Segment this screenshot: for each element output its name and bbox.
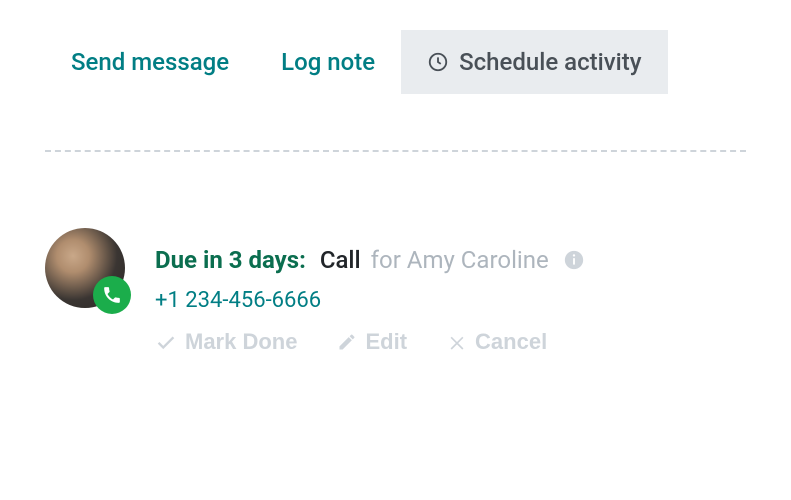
check-icon	[155, 331, 177, 353]
activity-type-badge	[93, 276, 131, 314]
tabs-bar: Send message Log note Schedule activity	[45, 30, 746, 94]
tab-label: Send message	[71, 48, 229, 76]
due-label: Due in 3 days	[155, 246, 306, 274]
info-icon[interactable]	[563, 249, 585, 271]
activity-type: Call	[320, 246, 361, 274]
close-icon	[447, 332, 467, 352]
action-label: Mark Done	[185, 329, 297, 355]
avatar-wrap	[45, 228, 125, 308]
activity-assignee: for Amy Caroline	[371, 246, 549, 274]
tab-label: Schedule activity	[459, 48, 641, 76]
mark-done-button[interactable]: Mark Done	[155, 329, 297, 355]
activity-item: Due in 3 days Call for Amy Caroline +1 2…	[45, 228, 746, 355]
tab-send-message[interactable]: Send message	[45, 30, 255, 94]
action-label: Cancel	[475, 329, 547, 355]
cancel-button[interactable]: Cancel	[447, 329, 547, 355]
tab-schedule-activity[interactable]: Schedule activity	[401, 30, 667, 94]
edit-button[interactable]: Edit	[337, 329, 407, 355]
pencil-icon	[337, 332, 357, 352]
tab-label: Log note	[281, 48, 375, 76]
activity-headline: Due in 3 days Call for Amy Caroline	[155, 246, 746, 274]
activity-actions: Mark Done Edit Cancel	[155, 329, 746, 355]
tab-log-note[interactable]: Log note	[255, 30, 401, 94]
action-label: Edit	[365, 329, 407, 355]
phone-number[interactable]: +1 234-456-6666	[155, 288, 746, 313]
divider	[45, 150, 746, 152]
activity-content: Due in 3 days Call for Amy Caroline +1 2…	[155, 228, 746, 355]
clock-icon	[427, 51, 449, 73]
phone-icon	[102, 285, 122, 305]
